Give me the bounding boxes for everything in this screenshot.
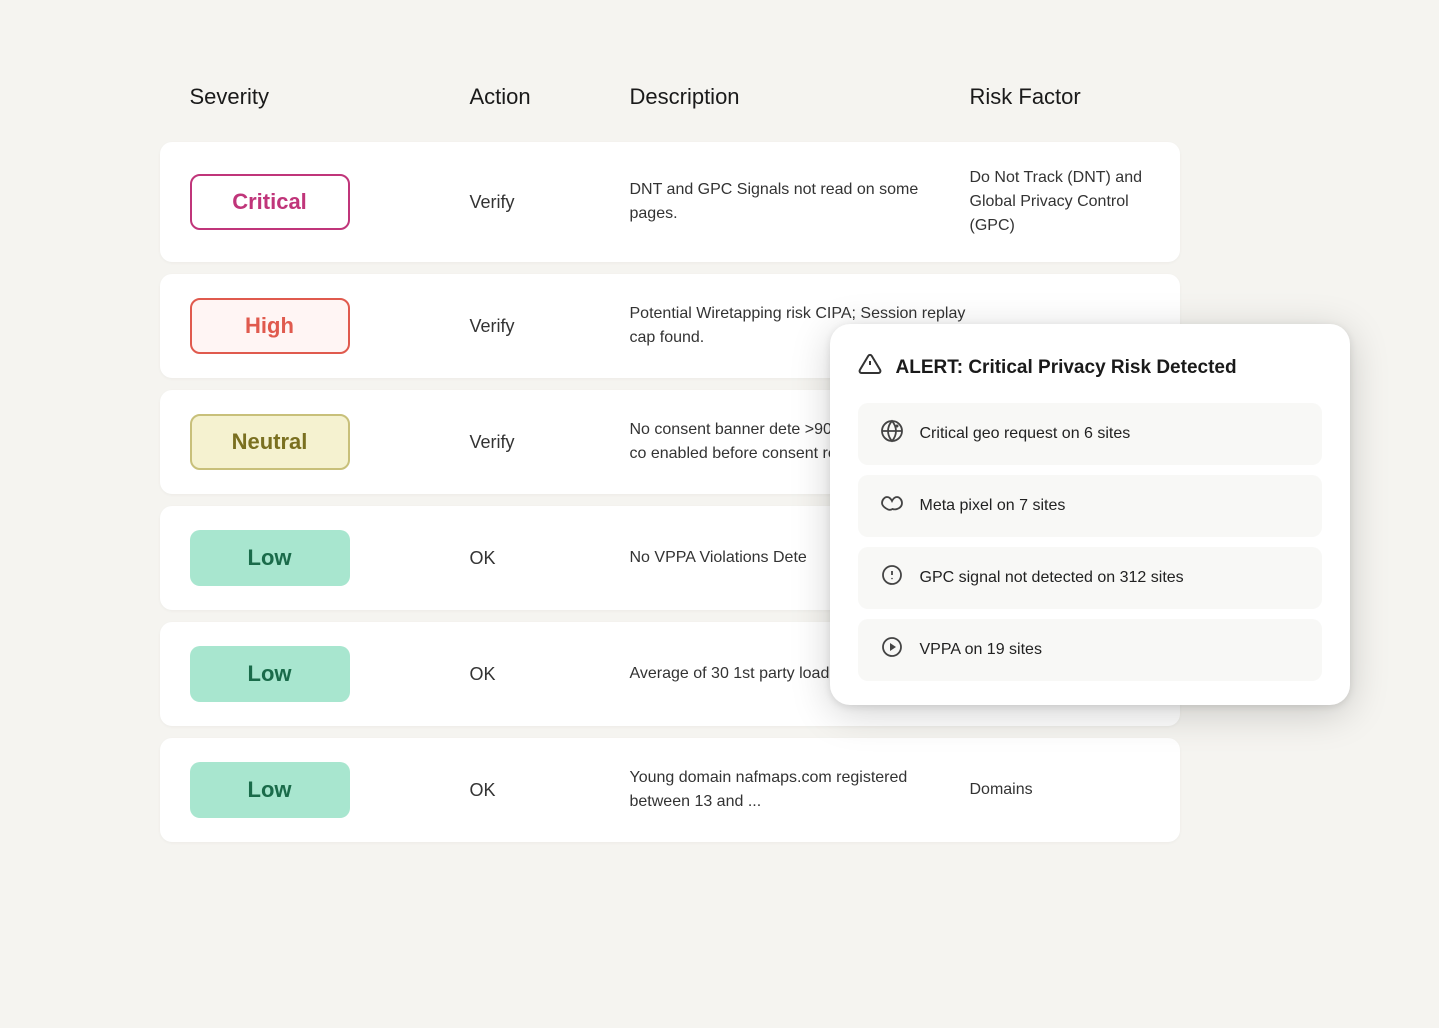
severity-cell: Critical bbox=[190, 174, 470, 230]
description-cell: Young domain nafmaps.com registered betw… bbox=[630, 766, 970, 814]
geo-icon bbox=[878, 419, 906, 449]
severity-cell: Neutral bbox=[190, 414, 470, 470]
action-cell: OK bbox=[470, 664, 630, 685]
alert-warning-icon bbox=[858, 352, 882, 383]
meta-icon bbox=[878, 491, 906, 521]
vppa-icon bbox=[878, 635, 906, 665]
alert-item-meta-text: Meta pixel on 7 sites bbox=[920, 497, 1066, 515]
table-header: Severity Action Description Risk Factor bbox=[160, 64, 1180, 126]
header-risk-factor: Risk Factor bbox=[970, 84, 1180, 110]
alert-header: ALERT: Critical Privacy Risk Detected bbox=[858, 352, 1322, 383]
table-row[interactable]: Critical Verify DNT and GPC Signals not … bbox=[160, 142, 1180, 262]
alert-item-meta[interactable]: Meta pixel on 7 sites bbox=[858, 475, 1322, 537]
table-row[interactable]: Low OK Young domain nafmaps.com register… bbox=[160, 738, 1180, 842]
severity-cell: High bbox=[190, 298, 470, 354]
severity-cell: Low bbox=[190, 530, 470, 586]
alert-item-geo[interactable]: Critical geo request on 6 sites bbox=[858, 403, 1322, 465]
severity-badge-low-2: Low bbox=[190, 646, 350, 702]
header-description: Description bbox=[630, 84, 970, 110]
alert-item-vppa-text: VPPA on 19 sites bbox=[920, 641, 1042, 659]
header-severity: Severity bbox=[190, 84, 470, 110]
severity-badge-neutral: Neutral bbox=[190, 414, 350, 470]
action-cell: Verify bbox=[470, 192, 630, 213]
severity-cell: Low bbox=[190, 762, 470, 818]
action-cell: Verify bbox=[470, 432, 630, 453]
action-cell: OK bbox=[470, 548, 630, 569]
alert-item-gpc-text: GPC signal not detected on 312 sites bbox=[920, 569, 1184, 587]
alert-popup: ALERT: Critical Privacy Risk Detected Cr… bbox=[830, 324, 1350, 705]
risk-factor-cell: Domains bbox=[970, 778, 1156, 802]
alert-item-geo-text: Critical geo request on 6 sites bbox=[920, 425, 1131, 443]
severity-cell: Low bbox=[190, 646, 470, 702]
alert-item-vppa[interactable]: VPPA on 19 sites bbox=[858, 619, 1322, 681]
severity-badge-high: High bbox=[190, 298, 350, 354]
alert-title: ALERT: Critical Privacy Risk Detected bbox=[896, 357, 1237, 379]
description-cell: DNT and GPC Signals not read on some pag… bbox=[630, 178, 970, 226]
header-action: Action bbox=[470, 84, 630, 110]
alert-items: Critical geo request on 6 sites Meta pix… bbox=[858, 403, 1322, 681]
severity-badge-critical: Critical bbox=[190, 174, 350, 230]
action-cell: Verify bbox=[470, 316, 630, 337]
severity-badge-low-3: Low bbox=[190, 762, 350, 818]
alert-item-gpc[interactable]: GPC signal not detected on 312 sites bbox=[858, 547, 1322, 609]
gpc-icon bbox=[878, 563, 906, 593]
risk-factor-cell: Do Not Track (DNT) and Global Privacy Co… bbox=[970, 166, 1156, 238]
action-cell: OK bbox=[470, 780, 630, 801]
severity-badge-low: Low bbox=[190, 530, 350, 586]
